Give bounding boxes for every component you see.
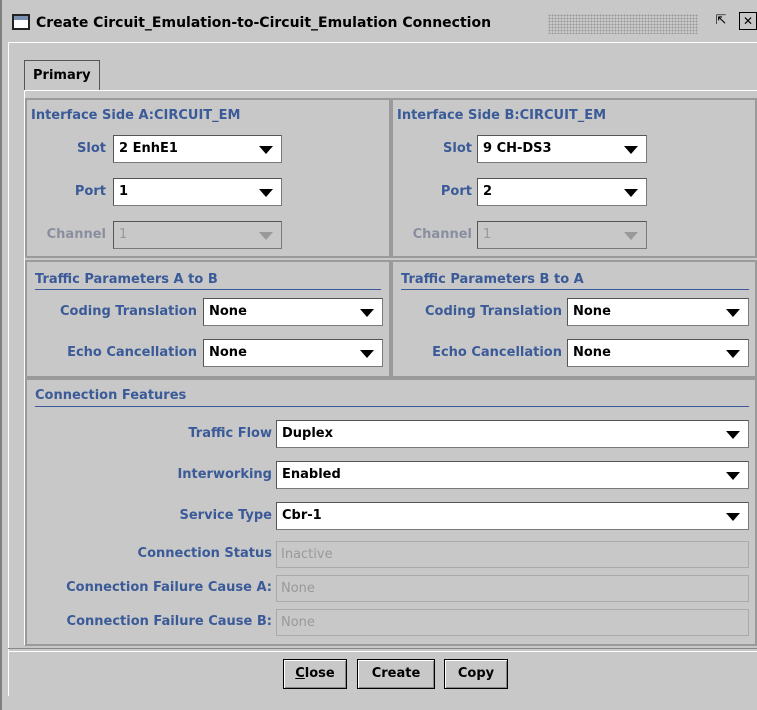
b-to-a-echo-cancellation-label: Echo Cancellation — [432, 345, 562, 360]
traffic-b-to-a-title: Traffic Parameters B to A — [401, 272, 584, 287]
chevron-down-icon — [259, 146, 273, 154]
b-to-a-echo-cancellation-select[interactable]: None — [567, 339, 749, 367]
chevron-down-icon — [726, 309, 740, 317]
chevron-down-icon — [624, 232, 638, 240]
traffic-a-to-b-divider — [35, 289, 381, 290]
tab-primary[interactable]: Primary — [24, 60, 100, 91]
title-bar-grip — [548, 14, 698, 34]
connection-features-divider — [35, 406, 749, 407]
b-to-a-coding-translation-select[interactable]: None — [567, 298, 749, 326]
connection-status-field: Inactive — [276, 541, 749, 568]
interworking-select[interactable]: Enabled — [276, 461, 749, 489]
side-b-slot-label: Slot — [443, 141, 472, 156]
side-a-port-select[interactable]: 1 — [113, 178, 282, 206]
connection-features-title: Connection Features — [35, 388, 187, 403]
failure-cause-a-field: None — [276, 575, 749, 602]
chevron-down-icon — [360, 350, 374, 358]
chevron-down-icon — [726, 350, 740, 358]
traffic-flow-label: Traffic Flow — [188, 426, 272, 441]
side-a-channel-select: 1 — [113, 221, 282, 249]
chevron-down-icon — [360, 309, 374, 317]
a-to-b-coding-translation-value: None — [209, 304, 247, 319]
close-button-label-rest: lose — [304, 666, 335, 681]
failure-cause-a-value: None — [281, 581, 315, 596]
close-icon[interactable]: ✕ — [739, 12, 757, 30]
chevron-down-icon — [259, 189, 273, 197]
traffic-a-to-b-title: Traffic Parameters A to B — [35, 272, 218, 287]
close-button[interactable]: Close — [283, 659, 347, 689]
interface-side-b-title: Interface Side B:CIRCUIT_EM — [397, 108, 607, 123]
side-a-slot-value: 2 EnhE1 — [119, 141, 178, 156]
failure-cause-a-label: Connection Failure Cause A: — [66, 580, 272, 595]
a-to-b-echo-cancellation-value: None — [209, 345, 247, 360]
chevron-down-icon — [624, 189, 638, 197]
side-a-channel-value: 1 — [119, 227, 128, 242]
service-type-value: Cbr-1 — [282, 508, 322, 523]
connection-status-value: Inactive — [281, 547, 333, 562]
a-to-b-echo-cancellation-label: Echo Cancellation — [67, 345, 197, 360]
a-to-b-echo-cancellation-select[interactable]: None — [203, 339, 383, 367]
failure-cause-b-field: None — [276, 609, 749, 636]
side-b-channel-select: 1 — [477, 221, 647, 249]
side-a-channel-label: Channel — [46, 227, 106, 242]
b-to-a-coding-translation-value: None — [573, 304, 611, 319]
side-b-channel-value: 1 — [483, 227, 492, 242]
a-to-b-coding-translation-label: Coding Translation — [59, 304, 197, 319]
dialog-window: Create Circuit_Emulation-to-Circuit_Emul… — [0, 0, 757, 710]
close-button-mnemonic: C — [295, 666, 305, 681]
side-a-port-value: 1 — [119, 184, 129, 199]
title-bar[interactable]: Create Circuit_Emulation-to-Circuit_Emul… — [8, 6, 757, 42]
service-type-label: Service Type — [179, 508, 273, 523]
chevron-down-icon — [624, 146, 638, 154]
b-to-a-coding-translation-label: Coding Translation — [424, 304, 562, 319]
side-a-slot-label: Slot — [77, 141, 106, 156]
side-a-slot-select[interactable]: 2 EnhE1 — [113, 135, 282, 163]
chevron-down-icon — [726, 431, 740, 439]
interface-side-a-title: Interface Side A:CIRCUIT_EM — [31, 108, 241, 123]
side-b-slot-select[interactable]: 9 CH-DS3 — [477, 135, 647, 163]
side-b-port-value: 2 — [483, 184, 493, 199]
b-to-a-echo-cancellation-value: None — [573, 345, 611, 360]
traffic-b-to-a-divider — [401, 289, 749, 290]
window-title: Create Circuit_Emulation-to-Circuit_Emul… — [36, 15, 492, 31]
button-bar-divider — [8, 648, 757, 652]
side-b-channel-label: Channel — [412, 227, 472, 242]
copy-button[interactable]: Copy — [444, 659, 508, 689]
traffic-flow-select[interactable]: Duplex — [276, 420, 749, 448]
chevron-down-icon — [726, 513, 740, 521]
interworking-value: Enabled — [282, 467, 341, 482]
interworking-label: Interworking — [177, 467, 272, 482]
side-b-port-label: Port — [440, 184, 472, 199]
create-button[interactable]: Create — [357, 659, 435, 689]
side-b-slot-value: 9 CH-DS3 — [483, 141, 552, 156]
service-type-select[interactable]: Cbr-1 — [276, 502, 749, 530]
side-a-port-label: Port — [74, 184, 106, 199]
chevron-down-icon — [726, 472, 740, 480]
restore-icon[interactable]: ⇱ — [712, 12, 730, 30]
traffic-flow-value: Duplex — [282, 426, 334, 441]
failure-cause-b-label: Connection Failure Cause B: — [66, 614, 272, 629]
chevron-down-icon — [259, 232, 273, 240]
window-icon — [12, 14, 30, 30]
a-to-b-coding-translation-select[interactable]: None — [203, 298, 383, 326]
side-b-port-select[interactable]: 2 — [477, 178, 647, 206]
failure-cause-b-value: None — [281, 615, 315, 630]
connection-status-label: Connection Status — [137, 546, 272, 561]
